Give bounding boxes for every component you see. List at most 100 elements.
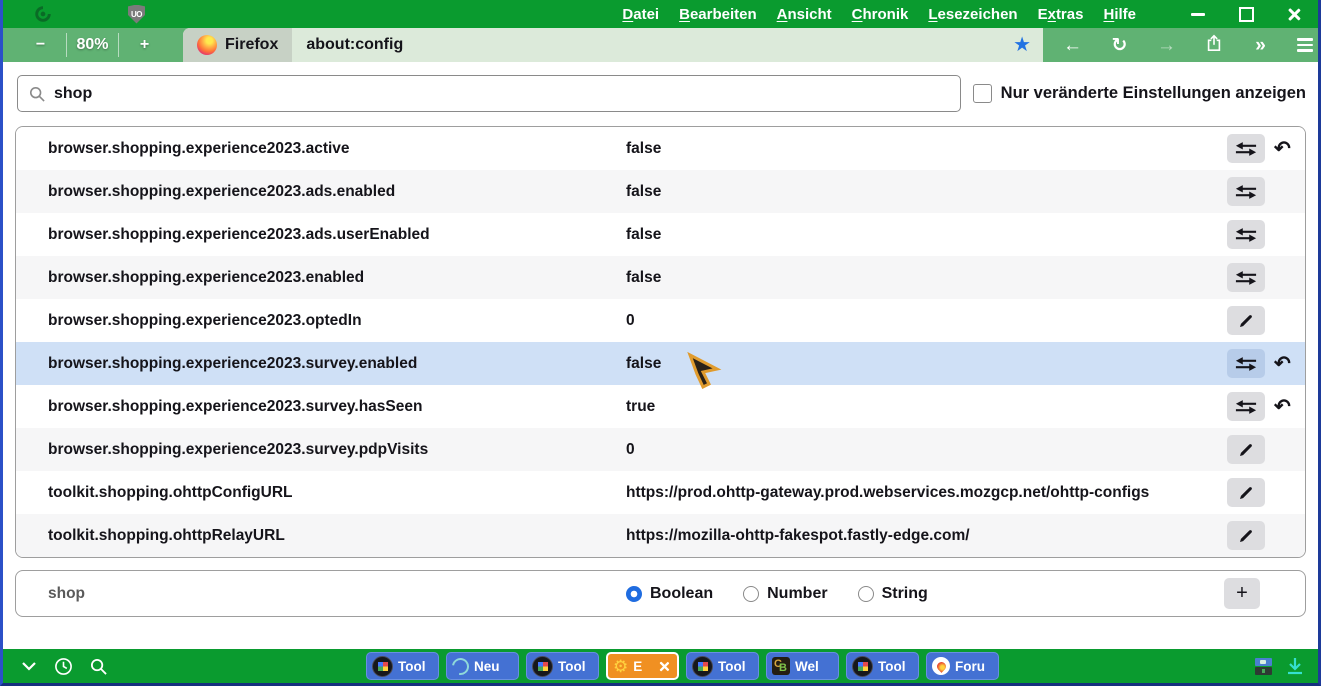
search-input[interactable] [54,84,949,103]
toggle-button[interactable] [1227,349,1265,378]
menu-item-lesezeichen[interactable]: Lesezeichen [918,0,1027,28]
pref-value: false [626,139,662,157]
reload-icon[interactable]: ↻ [1109,36,1130,55]
menu-icon[interactable] [1297,38,1318,52]
taskbar-button-label: E [633,658,643,674]
pref-row[interactable]: browser.shopping.experience2023.survey.p… [16,428,1305,471]
reset-button[interactable]: ↶ [1274,139,1291,159]
taskbar-button-2[interactable]: Tool [526,652,599,680]
toggle-button[interactable] [1227,392,1265,421]
radio-option-boolean[interactable]: Boolean [626,585,713,603]
pref-row[interactable]: browser.shopping.experience2023.ads.user… [16,213,1305,256]
pref-actions [1227,521,1305,550]
download-icon[interactable] [1285,656,1305,676]
pref-name: browser.shopping.experience2023.active [48,139,350,157]
pref-row[interactable]: browser.shopping.experience2023.survey.e… [16,342,1305,385]
search-icon [29,86,45,102]
url-text: about:config [306,36,404,53]
close-button[interactable] [1270,0,1318,28]
pref-row[interactable]: browser.shopping.experience2023.ads.enab… [16,170,1305,213]
taskbar-button-5[interactable]: C B Wel [766,652,839,680]
close-icon[interactable] [659,660,671,672]
overflow-chevrons-icon[interactable]: » [1250,36,1271,55]
chevron-down-icon[interactable] [21,661,37,671]
pref-name: browser.shopping.experience2023.survey.p… [48,440,429,458]
add-pref-button[interactable]: + [1224,578,1260,609]
taskbar-button-0[interactable]: Tool [366,652,439,680]
taskbar-button-7[interactable]: Foru [926,652,999,680]
pref-row[interactable]: toolkit.shopping.ohttpRelayURL https://mo… [16,514,1305,557]
share-icon[interactable] [1203,34,1224,56]
pref-value: false [626,182,662,200]
zoom-level-button[interactable]: 80% [67,36,118,54]
taskbar-button-3[interactable]: ⚙ E [606,652,679,680]
edit-pencil-icon [1238,485,1254,501]
pref-value: https://mozilla-ohttp-fakespot.fastly-ed… [626,526,970,544]
pref-name: browser.shopping.experience2023.ads.enab… [48,182,396,200]
tab-firefox[interactable]: Firefox [183,28,293,62]
edit-button[interactable] [1227,306,1265,335]
minimize-button[interactable] [1174,0,1222,28]
taskbar-button-label: Tool [558,658,586,674]
reset-button[interactable]: ↶ [1274,354,1291,374]
taskbar-button-label: Neu [474,658,500,674]
search-row: Nur veränderte Einstellungen anzeigen [17,75,1306,112]
menu-item-ansicht[interactable]: Ansicht [767,0,842,28]
toggle-icon [1235,399,1257,415]
toolbar: − 80% + Firefox about:config ★ ← ↻ → » [3,28,1318,62]
pref-row[interactable]: browser.shopping.experience2023.enabled f… [16,256,1305,299]
edit-pencil-icon [1238,442,1254,458]
pref-actions [1227,177,1305,206]
display-tray-icon[interactable] [1255,657,1272,675]
taskbar-button-1[interactable]: Neu [446,652,519,680]
show-modified-checkbox[interactable] [972,84,992,103]
pref-value: true [626,397,656,415]
pref-actions [1227,306,1305,335]
pref-row[interactable]: toolkit.shopping.ohttpConfigURL https://p… [16,471,1305,514]
zoom-out-button[interactable]: − [15,36,66,54]
bookmark-star-icon[interactable]: ★ [1013,35,1031,55]
cb-badge-icon: CB [772,657,790,675]
app-grid-icon [372,655,393,677]
edit-button[interactable] [1227,521,1265,550]
edit-button[interactable] [1227,435,1265,464]
menu-item-hilfe[interactable]: Hilfe [1093,0,1146,28]
taskbar-button-4[interactable]: Tool [686,652,759,680]
back-icon[interactable]: ← [1062,36,1083,55]
titlebar: UO Datei Bearbeiten Ansicht Chronik Lesezeic… [3,0,1318,28]
reset-button[interactable]: ↶ [1274,397,1291,417]
toggle-icon [1235,356,1257,372]
menu-item-datei[interactable]: Datei [612,0,669,28]
pref-row[interactable]: browser.shopping.experience2023.active fa… [16,127,1305,170]
pref-value: 0 [626,311,635,329]
radio-option-string[interactable]: String [857,585,928,603]
pref-row[interactable]: browser.shopping.experience2023.survey.h… [16,385,1305,428]
zoom-in-button[interactable]: + [119,36,170,54]
toggle-button[interactable] [1227,177,1265,206]
close-icon [1287,7,1302,22]
forward-icon[interactable]: → [1156,36,1177,55]
taskbar-button-6[interactable]: Tool [846,652,919,680]
toggle-button[interactable] [1227,134,1265,163]
edit-pencil-icon [1238,528,1254,544]
toggle-button[interactable] [1227,263,1265,292]
edit-button[interactable] [1227,478,1265,507]
radio-icon [743,585,760,602]
maximize-button[interactable] [1222,0,1270,28]
search-taskbar-icon[interactable] [90,658,107,675]
menu-item-bearbeiten[interactable]: Bearbeiten [669,0,767,28]
menu-item-extras[interactable]: Ex tras [1028,0,1094,28]
toggle-button[interactable] [1227,220,1265,249]
menu-item-chronik[interactable]: Chronik [842,0,919,28]
address-bar[interactable]: Firefox about:config ★ [183,28,1043,62]
clock-icon[interactable] [54,657,73,676]
nav-icons: ← ↻ → » [1062,34,1318,56]
add-pref-row: shop Boolean Number String + [15,570,1306,617]
bottom-right-icons [1255,656,1318,676]
pref-row[interactable]: browser.shopping.experience2023.optedIn 0 [16,299,1305,342]
pref-value: false [626,268,662,286]
radio-option-number[interactable]: Number [743,585,828,603]
toggle-icon [1235,270,1257,286]
taskbar-button-label: Wel [795,658,819,674]
radio-icon [626,585,642,602]
